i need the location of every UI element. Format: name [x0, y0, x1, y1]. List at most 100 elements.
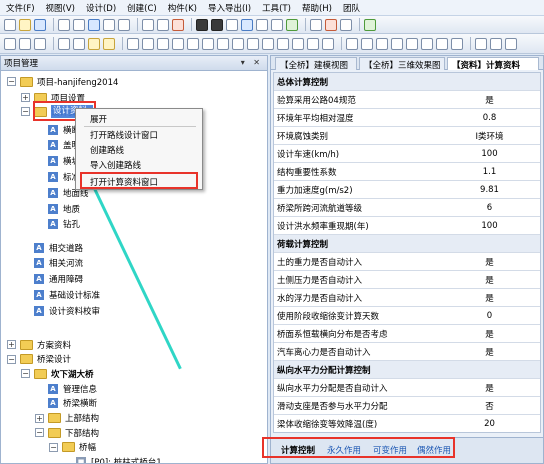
- grid-row[interactable]: 设计洪水频率重现期(年) 100: [274, 217, 540, 235]
- menu-item[interactable]: 导入导出(I): [208, 2, 251, 14]
- text-icon[interactable]: [247, 37, 259, 50]
- tree-node[interactable]: A 地质: [35, 201, 80, 216]
- refresh-icon[interactable]: [241, 18, 253, 31]
- grid-row-value[interactable]: 0.8: [439, 113, 540, 123]
- grid-row[interactable]: 桥梁所跨河流航道等级 6: [274, 199, 540, 217]
- move-icon[interactable]: [346, 37, 358, 50]
- grid-row-value[interactable]: 是: [439, 94, 540, 106]
- layout-columns-icon[interactable]: [103, 18, 115, 31]
- grid-icon[interactable]: [187, 37, 199, 50]
- grid-row-value[interactable]: 9.81: [439, 185, 540, 195]
- context-menu-item[interactable]: 创建路线: [76, 142, 202, 157]
- context-menu-item[interactable]: 打开路线设计窗口: [76, 127, 202, 142]
- grid-row-value[interactable]: 否: [439, 400, 540, 412]
- menu-item[interactable]: 设计(D): [86, 2, 116, 14]
- grid-row-value[interactable]: 1.1: [439, 167, 540, 177]
- select-icon[interactable]: [475, 37, 487, 50]
- check-icon[interactable]: [286, 18, 298, 31]
- grid-row[interactable]: 验算采用公路04规范 是: [274, 91, 540, 109]
- console-icon[interactable]: [196, 18, 208, 31]
- grid-row-value[interactable]: 100: [439, 149, 540, 159]
- bridge-icon[interactable]: [88, 37, 100, 50]
- document-tab[interactable]: 【全桥】三维效果图: [359, 57, 445, 71]
- section-icon[interactable]: [142, 37, 154, 50]
- expand-icon[interactable]: +: [21, 93, 30, 102]
- team-icon[interactable]: [364, 18, 376, 31]
- pointer-icon[interactable]: [4, 37, 16, 50]
- grid-row-value[interactable]: 是: [439, 328, 540, 340]
- paste-icon[interactable]: [271, 18, 283, 31]
- trim-icon[interactable]: [436, 37, 448, 50]
- menu-item[interactable]: 帮助(H): [302, 2, 332, 14]
- collapse-icon[interactable]: −: [21, 369, 30, 379]
- grid-row[interactable]: 梁体收缩徐变等效降温(度) 20: [274, 415, 540, 432]
- save-icon[interactable]: [34, 18, 46, 31]
- collapse-icon[interactable]: −: [35, 428, 44, 438]
- tree-node[interactable]: A 桥梁横断: [35, 396, 97, 411]
- grid-row[interactable]: 环境腐蚀类别 I类环境: [274, 127, 540, 145]
- export-icon[interactable]: [340, 18, 352, 31]
- array-icon[interactable]: [421, 37, 433, 50]
- tree-node[interactable]: A 设计资料校审: [21, 303, 100, 318]
- grid-row-value[interactable]: 是: [439, 274, 540, 286]
- draw-icon[interactable]: [127, 37, 139, 50]
- align-top-icon[interactable]: [307, 37, 319, 50]
- copy-icon[interactable]: [256, 18, 268, 31]
- plan-icon[interactable]: [172, 37, 184, 50]
- grid-row[interactable]: 设计车速(km/h) 100: [274, 145, 540, 163]
- collapse-icon[interactable]: −: [7, 354, 16, 364]
- grid-row-value[interactable]: 是: [439, 382, 540, 394]
- layout-list-icon[interactable]: [73, 18, 85, 31]
- block-icon[interactable]: [325, 18, 337, 31]
- grid-row[interactable]: 滑动支座是否参与水平力分配 否: [274, 397, 540, 415]
- grid-row-value[interactable]: I类环境: [439, 130, 540, 142]
- mirror-icon[interactable]: [376, 37, 388, 50]
- grid-row[interactable]: 结构重要性系数 1.1: [274, 163, 540, 181]
- grid-row[interactable]: 土侧压力是否自动计入 是: [274, 271, 540, 289]
- tree-node[interactable]: A 横断: [35, 122, 80, 137]
- pier-icon[interactable]: [103, 37, 115, 50]
- hatch-icon[interactable]: [292, 37, 304, 50]
- angle-icon[interactable]: [73, 37, 85, 50]
- curve-icon[interactable]: [34, 37, 46, 50]
- context-menu-item[interactable]: 展开: [76, 111, 202, 126]
- tree-node[interactable]: A 相关河流: [21, 256, 83, 271]
- tree-node[interactable]: − 下部结构: [35, 425, 99, 440]
- grid-row-value[interactable]: 是: [439, 256, 540, 268]
- grid-row[interactable]: 纵向水平力分配是否自动计入 是: [274, 379, 540, 397]
- rotate-icon[interactable]: [361, 37, 373, 50]
- scale-icon[interactable]: [391, 37, 403, 50]
- arc-icon[interactable]: [19, 37, 31, 50]
- grid-row[interactable]: 使用阶段收缩徐变计算天数 0: [274, 307, 540, 325]
- menu-item[interactable]: 视图(V): [46, 2, 75, 14]
- tree-node[interactable]: + 方案资料: [7, 337, 71, 352]
- expand-icon[interactable]: +: [7, 340, 16, 349]
- expand-icon[interactable]: +: [35, 413, 44, 423]
- tree-node[interactable]: − 坎下湖大桥: [21, 366, 94, 381]
- new-file-icon[interactable]: [4, 18, 16, 31]
- grid-row-value[interactable]: 0: [439, 311, 540, 321]
- window-select-icon[interactable]: [490, 37, 502, 50]
- report-icon[interactable]: [310, 18, 322, 31]
- grid-row[interactable]: 水的浮力是否自动计入 是: [274, 289, 540, 307]
- tree-node[interactable]: − 桥幅: [49, 440, 96, 455]
- fit-view-icon[interactable]: [505, 37, 517, 50]
- profile-icon[interactable]: [157, 37, 169, 50]
- menu-item[interactable]: 工具(T): [262, 2, 291, 14]
- dimension-icon[interactable]: [232, 37, 244, 50]
- grid-row[interactable]: 环境年平均相对湿度 0.8: [274, 109, 540, 127]
- grid-row-value[interactable]: 是: [439, 292, 540, 304]
- panel-controls[interactable]: ▾ ✕: [241, 58, 263, 67]
- delete-icon[interactable]: [172, 18, 184, 31]
- measure-icon[interactable]: [58, 37, 70, 50]
- tree-node[interactable]: A 钻孔: [35, 217, 80, 232]
- grid-row-value[interactable]: 100: [439, 221, 540, 231]
- window-icon[interactable]: [157, 18, 169, 31]
- tree-node[interactable]: A 横坡: [35, 154, 80, 169]
- collapse-icon[interactable]: −: [7, 77, 16, 86]
- layout-grid-icon[interactable]: [58, 18, 70, 31]
- menu-item[interactable]: 创建(C): [127, 2, 157, 14]
- align-bottom-icon[interactable]: [322, 37, 334, 50]
- layer-icon[interactable]: [262, 37, 274, 50]
- grid-row-value[interactable]: 是: [439, 346, 540, 358]
